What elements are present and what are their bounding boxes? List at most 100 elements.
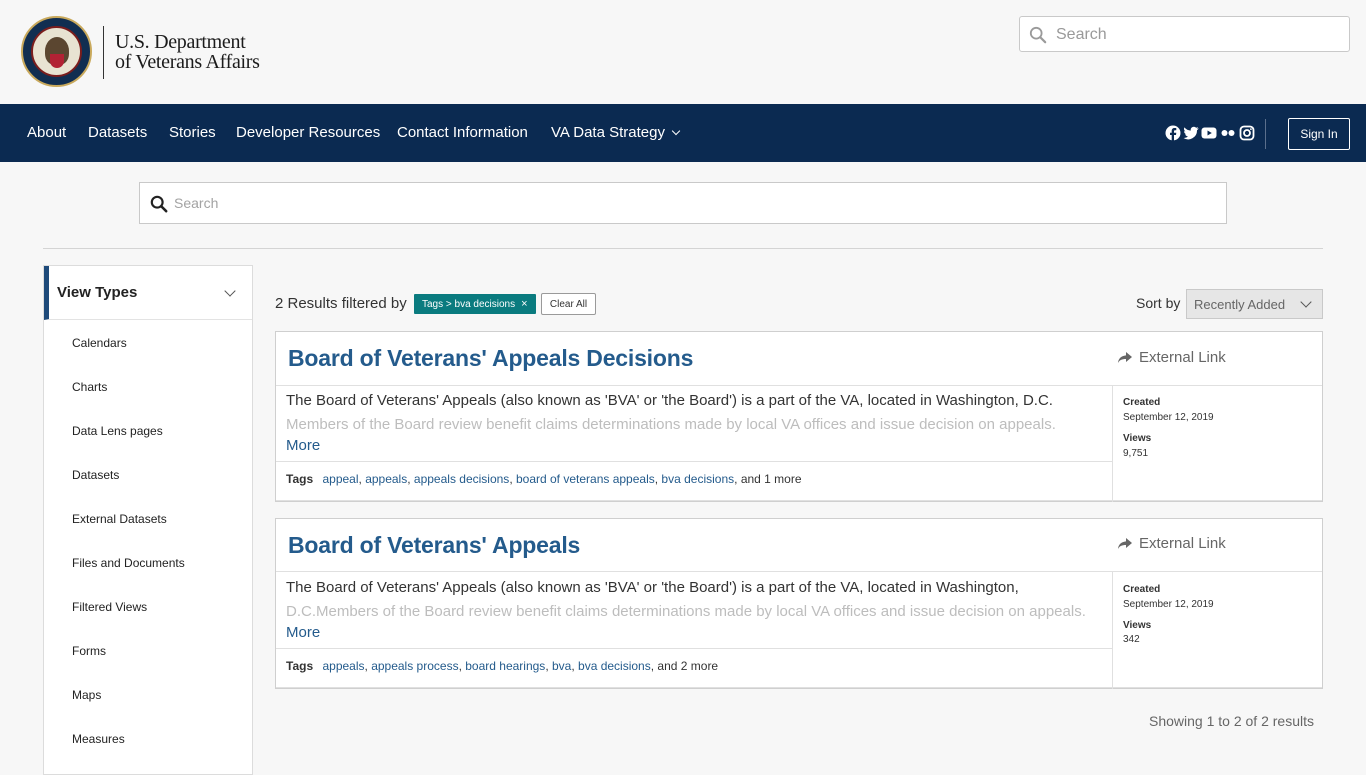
- pagination-summary: Showing 1 to 2 of 2 results: [1149, 713, 1314, 729]
- result-title[interactable]: Board of Veterans' Appeals Decisions: [288, 345, 693, 372]
- tag-link[interactable]: appeals: [322, 659, 364, 673]
- tag-link[interactable]: bva: [552, 659, 571, 673]
- youtube-icon[interactable]: [1201, 125, 1217, 141]
- sidebar-item-external-datasets[interactable]: External Datasets: [72, 512, 167, 526]
- header-search: [1019, 16, 1350, 52]
- search-icon: [1029, 26, 1047, 44]
- more-link[interactable]: More: [286, 437, 320, 454]
- instagram-icon[interactable]: [1239, 125, 1255, 141]
- nav-item-stories[interactable]: Stories: [169, 124, 216, 141]
- site-header: U.S. Department of Veterans Affairs: [0, 0, 1366, 104]
- sign-in-button[interactable]: Sign In: [1288, 118, 1350, 150]
- tag-link[interactable]: appeals: [365, 472, 407, 486]
- va-seal-icon[interactable]: [21, 16, 92, 87]
- sidebar-item-forms[interactable]: Forms: [72, 644, 106, 658]
- share-arrow-icon: [1118, 351, 1132, 363]
- tag-link[interactable]: bva decisions: [661, 472, 734, 486]
- sort-select-value: Recently Added: [1194, 297, 1286, 312]
- nav-item-datasets[interactable]: Datasets: [88, 124, 147, 141]
- card-divider: [276, 571, 1322, 572]
- nav-item-developer-resources[interactable]: Developer Resources: [236, 124, 380, 141]
- share-arrow-icon: [1118, 537, 1132, 549]
- external-link-label: External Link: [1139, 349, 1226, 366]
- twitter-icon[interactable]: [1183, 125, 1199, 141]
- brand-name[interactable]: U.S. Department of Veterans Affairs: [115, 32, 260, 72]
- chevron-down-icon: [224, 285, 236, 297]
- result-title[interactable]: Board of Veterans' Appeals: [288, 532, 580, 559]
- sort-label: Sort by: [1136, 295, 1181, 311]
- nav-item-contact-information[interactable]: Contact Information: [397, 124, 528, 141]
- tag-link[interactable]: appeal: [322, 472, 358, 486]
- tag-link[interactable]: appeals decisions: [414, 472, 509, 486]
- chevron-down-icon: [1300, 296, 1312, 308]
- view-types-heading[interactable]: View Types: [44, 266, 252, 320]
- more-link[interactable]: More: [286, 624, 320, 641]
- result-description: The Board of Veterans' Appeals (also kno…: [286, 389, 1101, 437]
- nav-item-va-data-strategy-label: VA Data Strategy: [551, 124, 665, 141]
- nav-divider: [1265, 119, 1266, 149]
- tag-link[interactable]: appeals process: [371, 659, 458, 673]
- result-description: The Board of Veterans' Appeals (also kno…: [286, 576, 1101, 624]
- description-line: The Board of Veterans' Appeals (also kno…: [286, 392, 1053, 409]
- tag-link[interactable]: bva decisions: [578, 659, 651, 673]
- brand-line1: U.S. Department: [115, 31, 246, 53]
- created-label: Created: [1123, 584, 1161, 595]
- nav-item-about[interactable]: About: [27, 124, 66, 141]
- result-tags: Tags appeals, appeals process, board hea…: [286, 659, 719, 673]
- description-line: Members of the Board review benefit clai…: [286, 416, 1056, 433]
- catalog-search: [139, 182, 1227, 224]
- header-search-input[interactable]: [1056, 23, 1341, 47]
- created-label: Created: [1123, 397, 1161, 408]
- sidebar-item-datasets[interactable]: Datasets: [72, 468, 119, 482]
- sidebar-item-calendars[interactable]: Calendars: [72, 336, 127, 350]
- sidebar-item-data-lens-pages[interactable]: Data Lens pages: [72, 424, 163, 438]
- catalog-search-input[interactable]: [174, 192, 1214, 214]
- clear-all-button[interactable]: Clear All: [541, 293, 596, 315]
- created-date: September 12, 2019: [1123, 599, 1214, 610]
- sidebar-item-maps[interactable]: Maps: [72, 688, 101, 702]
- tag-link[interactable]: board of veterans appeals: [516, 472, 655, 486]
- facebook-icon[interactable]: [1165, 125, 1181, 141]
- description-line: D.C.Members of the Board review benefit …: [286, 603, 1086, 620]
- tags-label: Tags: [286, 659, 314, 673]
- view-types-title: View Types: [57, 284, 138, 301]
- tags-more[interactable]: and 2 more: [657, 659, 718, 673]
- tags-label: Tags: [286, 472, 314, 486]
- filter-chip-label: Tags > bva decisions: [422, 298, 516, 310]
- tag-link[interactable]: board hearings: [465, 659, 545, 673]
- seal-inner: [31, 26, 82, 77]
- search-icon: [150, 195, 168, 213]
- sidebar-item-charts[interactable]: Charts: [72, 380, 107, 394]
- sort-select[interactable]: Recently Added: [1186, 289, 1323, 319]
- close-icon[interactable]: ×: [521, 298, 527, 310]
- card-divider: [276, 687, 1322, 688]
- card-divider: [276, 500, 1322, 501]
- filter-chip[interactable]: Tags > bva decisions ×: [414, 294, 536, 314]
- sidebar-item-measures[interactable]: Measures: [72, 732, 125, 746]
- external-link[interactable]: External Link: [1118, 535, 1226, 552]
- result-tags: Tags appeal, appeals, appeals decisions,…: [286, 472, 802, 486]
- external-link[interactable]: External Link: [1118, 349, 1226, 366]
- sidebar-item-files-and-documents[interactable]: Files and Documents: [72, 556, 185, 570]
- result-card: Board of Veterans' Appeals Decisions Ext…: [275, 331, 1323, 502]
- description-line: The Board of Veterans' Appeals (also kno…: [286, 579, 1019, 596]
- views-label: Views: [1123, 433, 1152, 444]
- views-count: 9,751: [1123, 448, 1149, 459]
- divider: [43, 248, 1323, 249]
- sidebar-item-filtered-views[interactable]: Filtered Views: [72, 600, 147, 614]
- views-count: 342: [1123, 634, 1140, 645]
- flickr-icon[interactable]: [1220, 125, 1236, 141]
- chevron-down-icon: [671, 126, 681, 136]
- views-label: Views: [1123, 620, 1152, 631]
- brand-line2: of Veterans Affairs: [115, 51, 260, 73]
- card-divider: [276, 385, 1322, 386]
- created-date: September 12, 2019: [1123, 412, 1214, 423]
- result-card: Board of Veterans' Appeals External Link…: [275, 518, 1323, 689]
- nav-item-va-data-strategy[interactable]: VA Data Strategy: [551, 124, 681, 141]
- seal-shield: [50, 54, 64, 68]
- main-nav: About Datasets Stories Developer Resourc…: [0, 104, 1366, 162]
- results-count: 2 Results filtered by: [275, 295, 407, 312]
- card-divider: [276, 461, 1112, 462]
- tags-more[interactable]: and 1 more: [741, 472, 802, 486]
- external-link-label: External Link: [1139, 535, 1226, 552]
